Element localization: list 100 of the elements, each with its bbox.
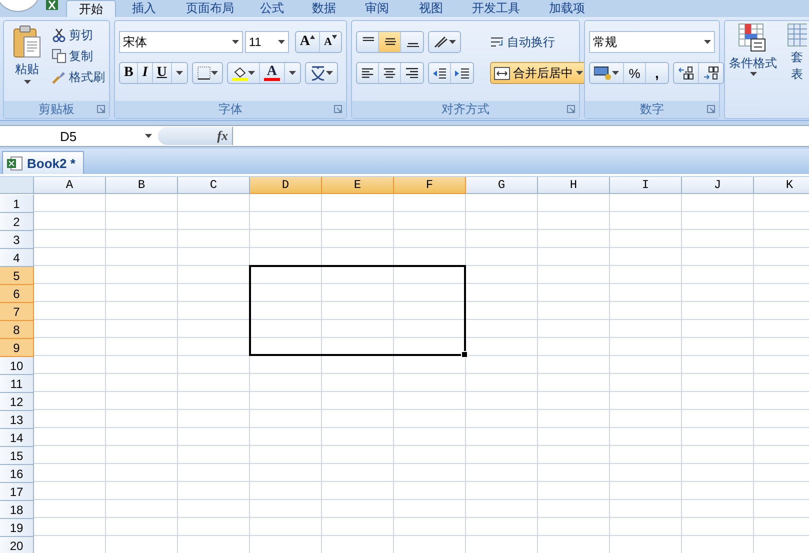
table-grid-icon [787,23,807,49]
caret-icon [210,71,218,75]
comma-button[interactable]: , [646,63,668,83]
align-center-icon [383,68,396,78]
insert-function-button[interactable]: fx [158,127,233,145]
dialog-launcher-icon[interactable] [97,105,105,113]
caret-icon [145,134,152,138]
wrap-text-button[interactable]: 自动换行 [490,31,587,53]
merge-center-button[interactable]: 合并后居中 [490,62,587,84]
column-header[interactable]: K [754,177,809,194]
column-header[interactable]: F [394,177,466,194]
group-title: 字体 [115,101,346,118]
row-header[interactable]: 17 [0,483,34,501]
ribbon-tab[interactable]: 公式 [248,0,296,17]
format-painter-button[interactable]: 格式刷 [52,67,105,87]
cut-button[interactable]: 剪切 [52,25,105,45]
row-header[interactable]: 20 [0,537,34,553]
ribbon-tab[interactable]: 加载项 [537,0,597,17]
bold-button[interactable]: B [120,63,138,83]
clipboard-icon [12,25,42,59]
column-header[interactable]: H [538,177,610,194]
row-header[interactable]: 5 [0,267,34,285]
row-header[interactable]: 1 [0,195,34,213]
paintbrush-icon [52,70,66,84]
column-header[interactable]: A [34,177,106,194]
conditional-format-button[interactable]: 条件格式 [729,23,777,114]
row-header[interactable]: 2 [0,213,34,231]
dialog-launcher-icon[interactable] [334,105,342,113]
angled-text-icon [433,35,449,49]
font-color-button[interactable]: A [260,63,285,83]
ribbon-tab[interactable]: 页面布局 [174,0,246,17]
shrink-font-button[interactable]: A [320,32,341,52]
ribbon-tab[interactable]: 视图 [407,0,455,17]
row-header[interactable]: 19 [0,519,34,537]
column-header[interactable]: J [682,177,754,194]
grow-font-button[interactable]: A [296,32,320,52]
number-format-dropdown[interactable]: 常规 [589,31,715,53]
scissors-icon [52,28,66,42]
row-header[interactable]: 14 [0,429,34,447]
percent-button[interactable]: % [624,63,646,83]
wrap-text-icon [490,36,504,48]
down-triangle-icon [332,35,337,39]
row-header[interactable]: 12 [0,393,34,411]
column-header[interactable]: I [610,177,682,194]
borders-icon [196,66,211,80]
column-header[interactable]: E [322,177,394,194]
caret-icon [176,71,183,75]
ribbon-tab[interactable]: 开发工具 [460,0,532,17]
phonetic-guide-icon [310,65,326,81]
row-header[interactable]: 15 [0,447,34,465]
vertical-align-button[interactable] [379,32,401,52]
column-header[interactable]: G [466,177,538,194]
row-header[interactable]: 7 [0,303,34,321]
name-box[interactable]: D5 [0,128,158,144]
align-top-icon [361,36,374,42]
italic-button[interactable]: I [138,63,153,83]
caret-icon [750,72,756,76]
caret-icon [449,40,456,44]
dialog-launcher-icon[interactable] [567,105,575,113]
decrease-indent-icon [433,66,446,80]
column-header[interactable]: C [178,177,250,194]
underline-button[interactable]: U [152,63,172,83]
ribbon-tab[interactable]: 开始 [66,0,116,17]
row-header[interactable]: 9 [0,339,34,357]
row-header[interactable]: 18 [0,501,34,519]
align-right-icon [405,68,419,78]
row-header[interactable]: 10 [0,357,34,375]
group-title: 剪贴板 [4,101,109,118]
paint-bucket-icon [232,66,248,80]
row-header[interactable]: 16 [0,465,34,483]
format-table-button[interactable]: 套 表 [787,23,807,114]
font-name-dropdown[interactable]: 宋体 [119,31,243,53]
row-header[interactable]: 8 [0,321,34,339]
paste-button[interactable]: 粘贴 [8,25,46,97]
caret-icon [704,40,711,44]
dialog-launcher-icon[interactable] [707,105,715,113]
spreadsheet-file-icon [7,156,23,170]
font-size-dropdown[interactable]: 11 [244,31,289,53]
color-swatch-icon [264,78,280,81]
column-header[interactable]: B [106,177,178,194]
row-header[interactable]: 6 [0,285,34,303]
row-header[interactable]: 13 [0,411,34,429]
row-header[interactable]: 3 [0,231,34,249]
ribbon-tab[interactable]: 插入 [120,0,168,17]
caret-icon [612,71,619,75]
ribbon-tab[interactable]: 数据 [300,0,348,17]
caret-icon [576,71,583,75]
caret-icon [248,71,255,75]
merge-cells-icon [494,66,510,80]
workbook-tab[interactable]: Book2 * [2,151,84,174]
caret-icon [326,71,333,75]
column-header[interactable]: D [250,177,322,194]
row-header[interactable]: 4 [0,249,34,267]
align-bottom-icon [405,42,419,48]
up-triangle-icon [310,35,316,39]
ribbon-tab[interactable]: 审阅 [353,0,401,17]
increase-decimal-icon [678,66,694,80]
group-title: 对齐方式 [352,101,579,118]
row-header[interactable]: 11 [0,375,34,393]
copy-button[interactable]: 复制 [52,46,105,66]
